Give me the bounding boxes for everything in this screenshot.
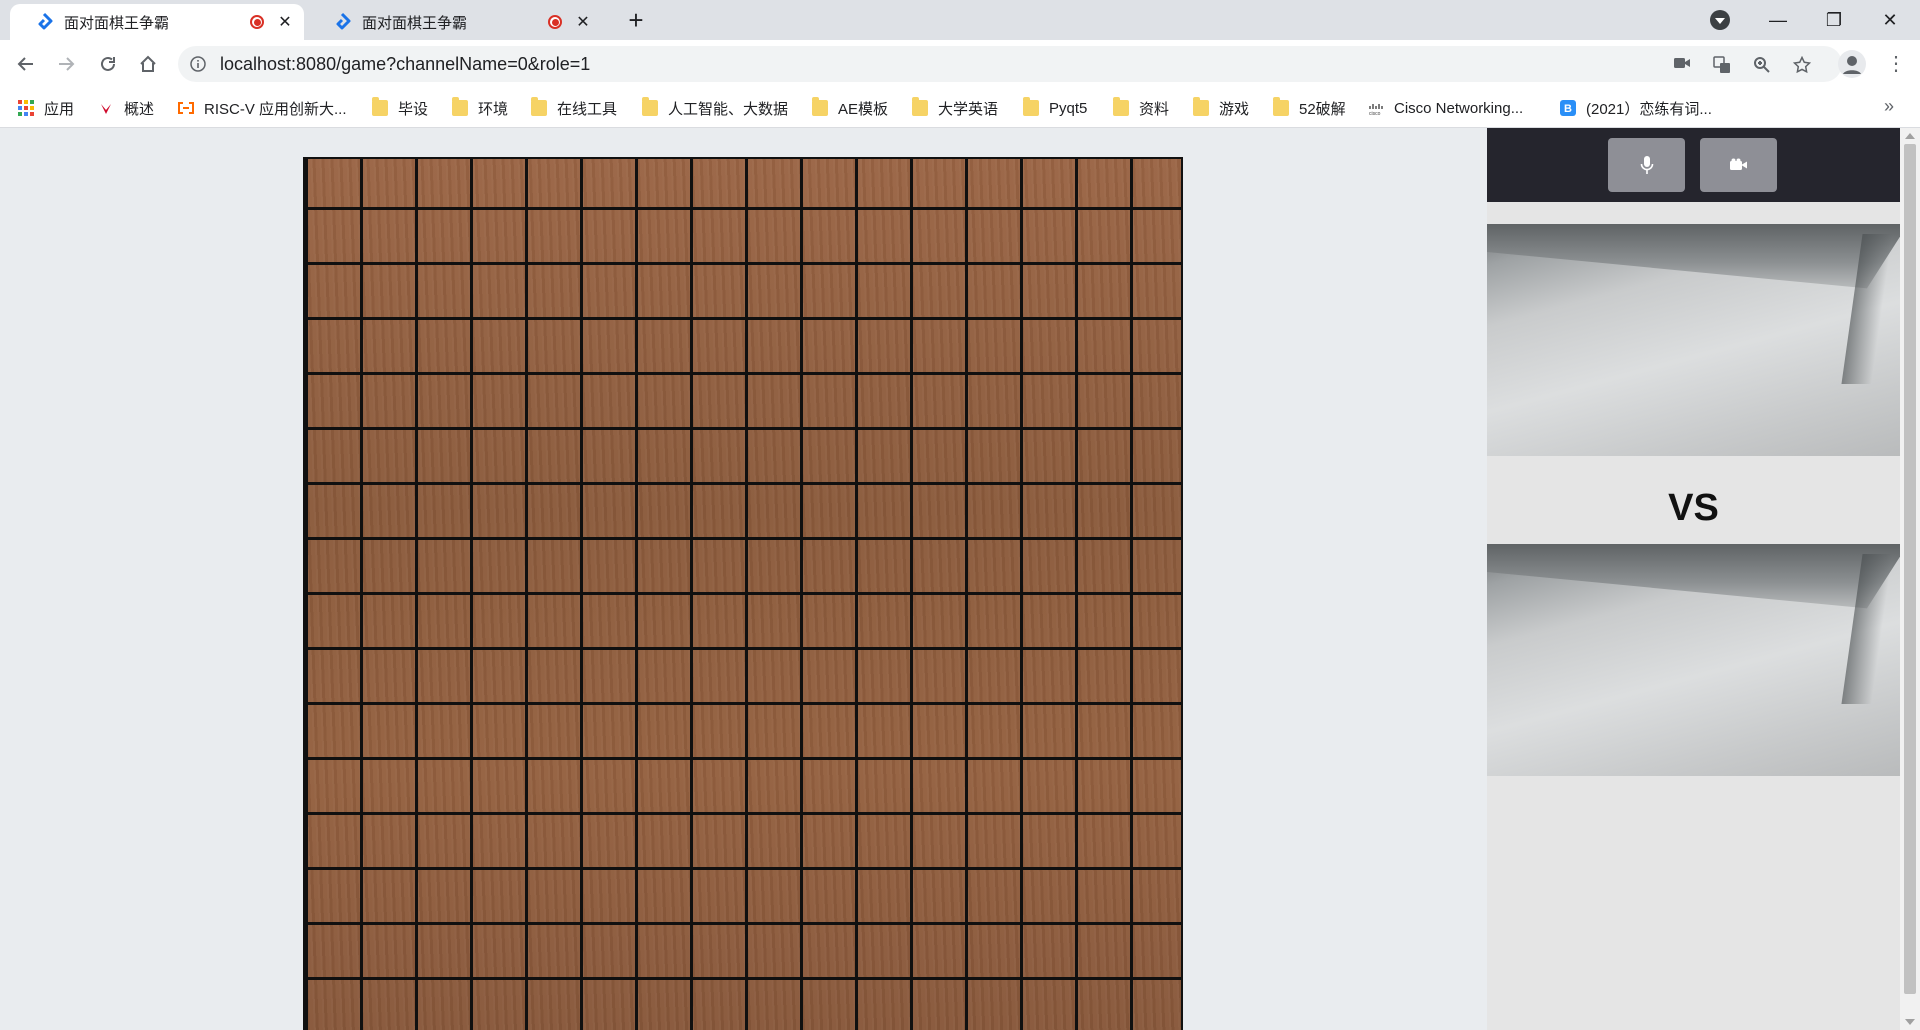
camera-in-use-icon[interactable] (1672, 56, 1692, 74)
address-bar[interactable]: localhost:8080/game?channelName=0&role=1 (178, 46, 1842, 82)
huawei-icon (101, 104, 111, 114)
folder-icon (372, 97, 388, 116)
browser-toolbar: localhost:8080/game?channelName=0&role=1… (0, 40, 1920, 88)
svg-text:cisco: cisco (1369, 111, 1381, 116)
bookmark-label: 游戏 (1219, 100, 1250, 118)
reload-icon (101, 56, 115, 71)
bookmark-folder-52pojie[interactable]: 52破解 (1273, 97, 1346, 119)
bookmark-riscv[interactable]: RISC-V 应用创新大... (178, 97, 347, 119)
page-viewport: VS (0, 128, 1920, 1030)
bookmark-folder-env[interactable]: 环境 (452, 97, 508, 119)
tab-game-1[interactable]: 面对面棋王争霸 ✕ (10, 4, 304, 40)
bookmark-label: 大学英语 (938, 100, 999, 118)
bookmark-folder-ai[interactable]: 人工智能、大数据 (642, 97, 788, 119)
site-favicon-icon (336, 12, 351, 30)
tab-game-2[interactable]: 面对面棋王争霸 ✕ (308, 4, 602, 40)
browser-menu-icon[interactable]: ⋮ (1886, 48, 1906, 80)
recording-icon (548, 15, 562, 29)
bookmark-star-icon[interactable] (1792, 55, 1812, 74)
folder-icon (912, 97, 928, 116)
close-window-button[interactable]: ✕ (1862, 0, 1918, 40)
info-icon[interactable] (190, 56, 206, 72)
svg-text:B: B (1564, 103, 1572, 115)
video-sidebar: VS (1487, 128, 1900, 1030)
scroll-up-icon[interactable] (1905, 133, 1915, 139)
bookmark-label: RISC-V 应用创新大... (204, 100, 347, 118)
camera-button[interactable] (1700, 138, 1777, 192)
profile-avatar-icon[interactable] (1838, 50, 1866, 78)
minimize-button[interactable]: — (1750, 0, 1806, 40)
tab-search-icon[interactable] (1710, 10, 1730, 30)
bookmark-cisco[interactable]: cisco Cisco Networking... (1368, 97, 1523, 119)
folder-icon (1193, 97, 1209, 116)
microphone-icon (1640, 156, 1653, 174)
zoom-icon[interactable] (1752, 56, 1772, 74)
scroll-thumb[interactable] (1904, 144, 1916, 994)
microphone-button[interactable] (1608, 138, 1685, 192)
bookmark-folder-games[interactable]: 游戏 (1193, 97, 1249, 119)
bookmark-label: 在线工具 (557, 100, 618, 118)
bookmark-folder-pyqt5[interactable]: Pyqt5 (1023, 97, 1087, 119)
bookmark-label: 52破解 (1299, 100, 1346, 118)
folder-icon (812, 97, 828, 116)
folder-icon (452, 97, 468, 116)
forward-button[interactable] (50, 48, 82, 80)
folder-icon (531, 97, 547, 116)
bookmark-label: 概述 (124, 100, 155, 118)
bookmark-label: 环境 (478, 100, 509, 118)
folder-icon (642, 97, 658, 116)
bookmark-label: Pyqt5 (1049, 99, 1088, 117)
bilibili-icon: B (1560, 100, 1576, 116)
scroll-down-icon[interactable] (1905, 1019, 1915, 1025)
bookmark-label: (2021）恋练有词... (1586, 100, 1712, 118)
restore-button[interactable]: ❐ (1806, 0, 1862, 40)
bookmark-label: 资料 (1139, 100, 1170, 118)
apps-grid-icon (18, 100, 34, 116)
bookmark-folder-english[interactable]: 大学英语 (912, 97, 998, 119)
bookmark-folder-bishe[interactable]: 毕设 (372, 97, 428, 119)
back-arrow-icon (17, 57, 33, 71)
home-icon (140, 55, 156, 72)
bookmark-folder-tools[interactable]: 在线工具 (531, 97, 617, 119)
aliyun-icon (178, 102, 194, 114)
tab-title: 面对面棋王争霸 (64, 14, 170, 32)
site-favicon-icon (38, 12, 53, 30)
vs-label: VS (1668, 487, 1719, 529)
new-tab-button[interactable]: + (622, 6, 650, 34)
bookmark-overview[interactable]: 概述 (98, 97, 154, 119)
bookmark-folder-materials[interactable]: 资料 (1113, 97, 1169, 119)
game-board[interactable] (303, 157, 1183, 1030)
home-button[interactable] (132, 48, 164, 80)
back-button[interactable] (10, 48, 42, 80)
local-video-feed (1487, 224, 1900, 456)
recording-icon (250, 15, 264, 29)
bookmarks-bar: 应用 概述 RISC-V 应用创新大... 毕设 环境 在线工具 人工智能、大数… (0, 88, 1920, 128)
cisco-icon: cisco (1369, 104, 1383, 116)
folder-icon (1273, 97, 1289, 116)
translate-icon[interactable] (1712, 56, 1732, 74)
bookmark-label: Cisco Networking... (1394, 99, 1524, 117)
reload-button[interactable] (92, 48, 124, 80)
more-bookmarks-icon[interactable]: » (1884, 96, 1894, 117)
media-controls (1487, 128, 1900, 202)
close-tab-icon[interactable]: ✕ (574, 12, 592, 32)
page-scrollbar[interactable] (1900, 128, 1920, 1030)
bookmark-folder-ae[interactable]: AE模板 (812, 97, 888, 119)
close-tab-icon[interactable]: ✕ (276, 12, 294, 32)
tab-title: 面对面棋王争霸 (362, 14, 468, 32)
video-camera-icon (1729, 158, 1747, 170)
bookmark-bilibili[interactable]: B (2021）恋练有词... (1560, 97, 1712, 119)
bookmark-label: AE模板 (838, 100, 889, 118)
bookmark-label: 应用 (44, 100, 75, 118)
folder-icon (1113, 97, 1129, 116)
bookmark-apps[interactable]: 应用 (18, 97, 74, 119)
bookmark-label: 人工智能、大数据 (668, 100, 789, 118)
tab-strip: 面对面棋王争霸 ✕ 面对面棋王争霸 ✕ + — ❐ ✕ (0, 0, 1920, 40)
forward-arrow-icon (59, 57, 75, 71)
url-text: localhost:8080/game?channelName=0&role=1 (220, 53, 591, 74)
folder-icon (1023, 97, 1039, 116)
bookmark-label: 毕设 (398, 100, 429, 118)
remote-video-feed (1487, 544, 1900, 776)
